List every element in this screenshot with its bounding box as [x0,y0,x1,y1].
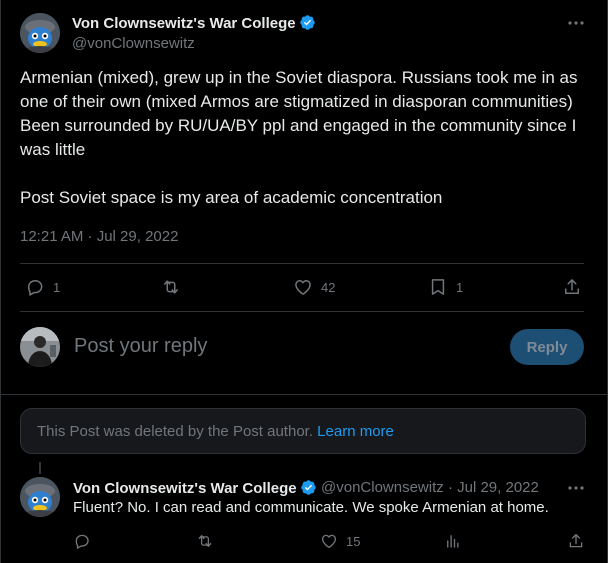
reply-post-share-action[interactable] [567,532,585,550]
bookmark-count: 1 [456,279,464,295]
learn-more-link[interactable]: Learn more [317,423,394,440]
thread-connector-line [39,462,41,474]
reply-bubble-icon [28,280,43,296]
author-avatar[interactable] [20,13,60,53]
reply-post-views-action[interactable] [444,532,462,550]
author-handle[interactable]: @vonClownsewitz [72,35,195,52]
reply-author-name-text[interactable]: Von Clownsewitz's War College [73,480,297,497]
reply-count: 1 [53,279,61,295]
reply-handle-text[interactable]: @vonClownsewitz [321,479,444,496]
reply-post-reply-action[interactable] [73,532,91,550]
reply-post-repost-action[interactable] [196,532,214,550]
reply-author-name[interactable]: Von Clownsewitz's War College [73,479,317,497]
more-horizontal-icon[interactable] [566,478,586,498]
section-divider [1,394,607,395]
reply-post-like-action[interactable]: 15 [320,532,360,550]
share-action[interactable] [562,277,582,297]
reply-bubble-icon [75,534,89,549]
views-bar-chart-icon [447,535,459,548]
bookmark-icon [431,279,445,295]
deleted-notice-text: This Post was deleted by the Post author… [37,423,313,440]
verified-badge-icon [299,15,315,30]
bookmark-action[interactable]: 1 [428,277,463,297]
reply-input[interactable]: Post your reply [74,335,207,358]
deleted-post-notice: This Post was deleted by the Post author… [20,408,586,454]
post-paragraph-1: Armenian (mixed), grew up in the Soviet … [20,68,578,159]
share-upload-icon [569,533,583,548]
like-count: 42 [321,279,336,295]
reply-action[interactable]: 1 [25,277,60,297]
reply-post-text: Fluent? No. I can read and communicate. … [73,499,549,516]
repost-action[interactable] [161,277,181,297]
repost-icon [164,280,178,294]
post-text: Armenian (mixed), grew up in the Soviet … [20,66,590,210]
like-action[interactable]: 42 [293,277,335,297]
divider [20,263,584,264]
reply-like-count: 15 [346,533,361,549]
author-name-text[interactable]: Von Clownsewitz's War College [72,15,296,32]
more-horizontal-icon[interactable] [566,13,586,33]
user-avatar[interactable] [20,327,60,367]
reply-date[interactable]: · Jul 29, 2022 [448,479,539,496]
author-name[interactable]: Von Clownsewitz's War College [72,14,316,32]
timeline-frame: Von Clownsewitz's War College @vonClowns… [0,0,608,563]
heart-icon [295,280,311,295]
reply-button[interactable]: Reply [510,329,584,365]
share-upload-icon [565,279,579,294]
heart-icon [321,534,337,549]
post-timestamp[interactable]: 12:21 AM · Jul 29, 2022 [20,228,178,245]
divider [20,311,584,312]
verified-badge-icon [300,480,316,495]
reply-author-avatar[interactable] [20,477,60,517]
post-paragraph-2: Post Soviet space is my area of academic… [20,188,443,207]
repost-icon [198,535,212,547]
reply-author-handle[interactable]: @vonClownsewitz · Jul 29, 2022 [321,479,539,496]
